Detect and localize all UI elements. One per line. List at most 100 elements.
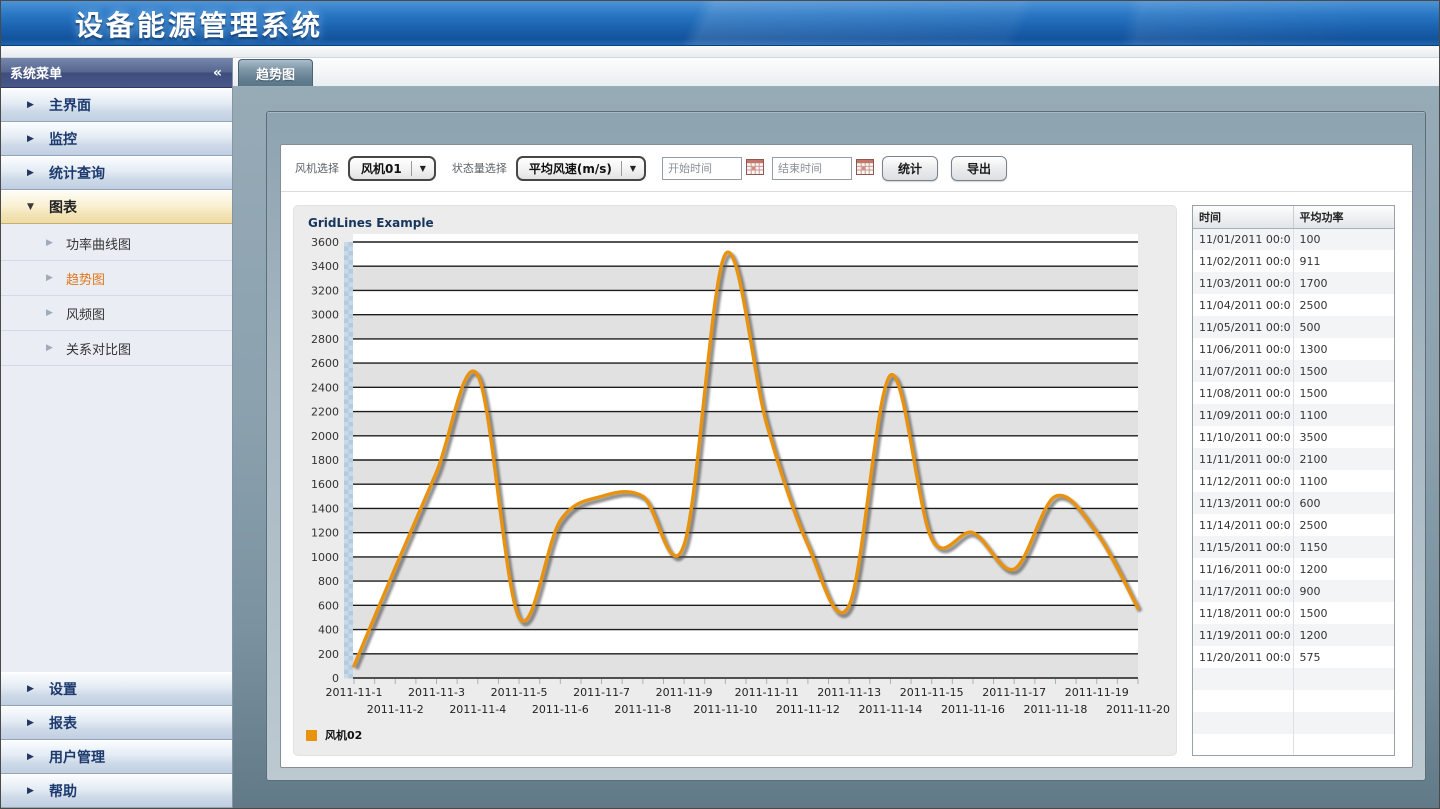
sidebar-subitem-power-curve[interactable]: ▶功率曲线图: [1, 226, 232, 261]
state-select-label: 状态量选择: [452, 160, 507, 176]
start-calendar-icon[interactable]: [745, 159, 765, 177]
table-row[interactable]: 11/14/2011 00:02500: [1193, 514, 1394, 536]
sidebar-item-charts[interactable]: ▼图表: [1, 190, 232, 224]
cell-time: 11/14/2011 00:0: [1193, 514, 1293, 536]
column-header-time[interactable]: 时间: [1193, 206, 1293, 228]
table-row[interactable]: 11/03/2011 00:01700: [1193, 272, 1394, 294]
svg-text:1600: 1600: [311, 478, 339, 491]
sidebar-subitem-wind-freq[interactable]: ▶风频图: [1, 296, 232, 331]
svg-text:2011-11-16: 2011-11-16: [941, 703, 1005, 716]
end-time-input[interactable]: [772, 157, 852, 180]
cell-time: 11/19/2011 00:0: [1193, 624, 1293, 646]
sidebar-subitem-relation-compare[interactable]: ▶关系对比图: [1, 331, 232, 366]
legend-label: 风机02: [325, 727, 362, 743]
start-time-input[interactable]: [662, 157, 742, 180]
sidebar-bottom-menu: ▶设置▶报表▶用户管理▶帮助: [1, 672, 232, 808]
table-row[interactable]: 11/13/2011 00:0600: [1193, 492, 1394, 514]
table-row[interactable]: 11/17/2011 00:0900: [1193, 580, 1394, 602]
svg-text:2011-11-20: 2011-11-20: [1106, 703, 1170, 716]
column-header-avg-power[interactable]: 平均功率: [1293, 206, 1394, 228]
table-row[interactable]: 11/15/2011 00:01150: [1193, 536, 1394, 558]
content-area: 趋势图 风机选择 风机01 ▼ 状态量选择: [233, 58, 1439, 808]
cell-time: 11/16/2011 00:0: [1193, 558, 1293, 580]
chevron-down-icon: ▼: [412, 164, 434, 173]
triangle-right-icon: ▶: [27, 718, 37, 728]
sidebar-item-monitor[interactable]: ▶监控: [1, 122, 232, 156]
sidebar-item-user-mgmt[interactable]: ▶用户管理: [1, 740, 232, 774]
triangle-right-icon: ▶: [46, 273, 54, 283]
table-row[interactable]: 11/20/2011 00:0575: [1193, 646, 1394, 668]
cell-time: 11/02/2011 00:0: [1193, 250, 1293, 272]
svg-text:2011-11-2: 2011-11-2: [367, 703, 424, 716]
table-row[interactable]: 11/18/2011 00:01500: [1193, 602, 1394, 624]
table-row[interactable]: 11/01/2011 00:0100: [1193, 228, 1394, 250]
cell-avg-power: 1500: [1293, 382, 1394, 404]
app-title: 设备能源管理系统: [75, 4, 323, 44]
state-select-dropdown[interactable]: 平均风速(m/s) ▼: [516, 156, 646, 181]
svg-text:3600: 3600: [311, 236, 339, 249]
table-row[interactable]: [1193, 690, 1394, 712]
table-row[interactable]: 11/04/2011 00:02500: [1193, 294, 1394, 316]
sidebar-item-stats-query[interactable]: ▶统计查询: [1, 156, 232, 190]
svg-text:1200: 1200: [311, 527, 339, 540]
svg-text:1800: 1800: [311, 454, 339, 467]
sidebar-header: 系统菜单 «: [1, 58, 232, 88]
table-row[interactable]: [1193, 712, 1394, 734]
svg-text:0: 0: [332, 672, 339, 685]
cell-time: 11/12/2011 00:0: [1193, 470, 1293, 492]
triangle-right-icon: ▶: [46, 308, 54, 318]
table-row[interactable]: 11/12/2011 00:01100: [1193, 470, 1394, 492]
legend-swatch: [306, 730, 317, 741]
cell-time: 11/06/2011 00:0: [1193, 338, 1293, 360]
cell-time: 11/18/2011 00:0: [1193, 602, 1293, 624]
svg-text:2011-11-4: 2011-11-4: [449, 703, 506, 716]
table-row[interactable]: 11/16/2011 00:01200: [1193, 558, 1394, 580]
sidebar: 系统菜单 « ▶主界面▶监控▶统计查询 ▼图表▶功率曲线图▶趋势图▶风频图▶关系…: [1, 58, 233, 808]
triangle-right-icon: ▶: [27, 134, 37, 144]
table-row[interactable]: 11/06/2011 00:01300: [1193, 338, 1394, 360]
table-row[interactable]: 11/05/2011 00:0500: [1193, 316, 1394, 338]
table-row[interactable]: 11/02/2011 00:0911: [1193, 250, 1394, 272]
cell-time: 11/07/2011 00:0: [1193, 360, 1293, 382]
svg-text:2011-11-7: 2011-11-7: [573, 686, 630, 699]
svg-text:400: 400: [318, 624, 339, 637]
svg-text:2011-11-5: 2011-11-5: [491, 686, 548, 699]
table-row[interactable]: [1193, 734, 1394, 756]
tab-bar: 趋势图: [233, 58, 1439, 87]
svg-text:2011-11-6: 2011-11-6: [532, 703, 589, 716]
table-row[interactable]: 11/10/2011 00:03500: [1193, 426, 1394, 448]
sidebar-item-help[interactable]: ▶帮助: [1, 774, 232, 808]
sidebar-chart-group: ▼图表▶功率曲线图▶趋势图▶风频图▶关系对比图: [1, 190, 232, 366]
svg-text:2000: 2000: [311, 430, 339, 443]
svg-text:3000: 3000: [311, 309, 339, 322]
fan-select-value: 风机01: [350, 160, 411, 177]
cell-avg-power: [1293, 668, 1394, 690]
cell-time: 11/10/2011 00:0: [1193, 426, 1293, 448]
triangle-right-icon: ▶: [27, 786, 37, 796]
table-row[interactable]: 11/09/2011 00:01100: [1193, 404, 1394, 426]
stat-button[interactable]: 统计: [882, 156, 938, 181]
end-calendar-icon[interactable]: [855, 159, 875, 177]
table-row[interactable]: 11/08/2011 00:01500: [1193, 382, 1394, 404]
cell-time: 11/09/2011 00:0: [1193, 404, 1293, 426]
sidebar-item-settings[interactable]: ▶设置: [1, 672, 232, 706]
cell-time: 11/13/2011 00:0: [1193, 492, 1293, 514]
cell-avg-power: 3500: [1293, 426, 1394, 448]
svg-text:2011-11-9: 2011-11-9: [656, 686, 713, 699]
table-row[interactable]: 11/11/2011 00:02100: [1193, 448, 1394, 470]
svg-text:2011-11-11: 2011-11-11: [735, 686, 799, 699]
fan-select-dropdown[interactable]: 风机01 ▼: [348, 156, 436, 181]
export-button[interactable]: 导出: [951, 156, 1007, 181]
cell-time: 11/20/2011 00:0: [1193, 646, 1293, 668]
tab-trend-chart[interactable]: 趋势图: [238, 59, 313, 86]
sidebar-item-main[interactable]: ▶主界面: [1, 88, 232, 122]
sidebar-item-reports[interactable]: ▶报表: [1, 706, 232, 740]
table-row[interactable]: 11/07/2011 00:01500: [1193, 360, 1394, 382]
collapse-sidebar-button[interactable]: «: [213, 65, 222, 81]
table-row[interactable]: 11/19/2011 00:01200: [1193, 624, 1394, 646]
sidebar-title: 系统菜单: [10, 63, 62, 82]
cell-time: 11/11/2011 00:0: [1193, 448, 1293, 470]
cell-time: [1193, 734, 1293, 756]
table-row[interactable]: [1193, 668, 1394, 690]
sidebar-subitem-trend[interactable]: ▶趋势图: [1, 261, 232, 296]
